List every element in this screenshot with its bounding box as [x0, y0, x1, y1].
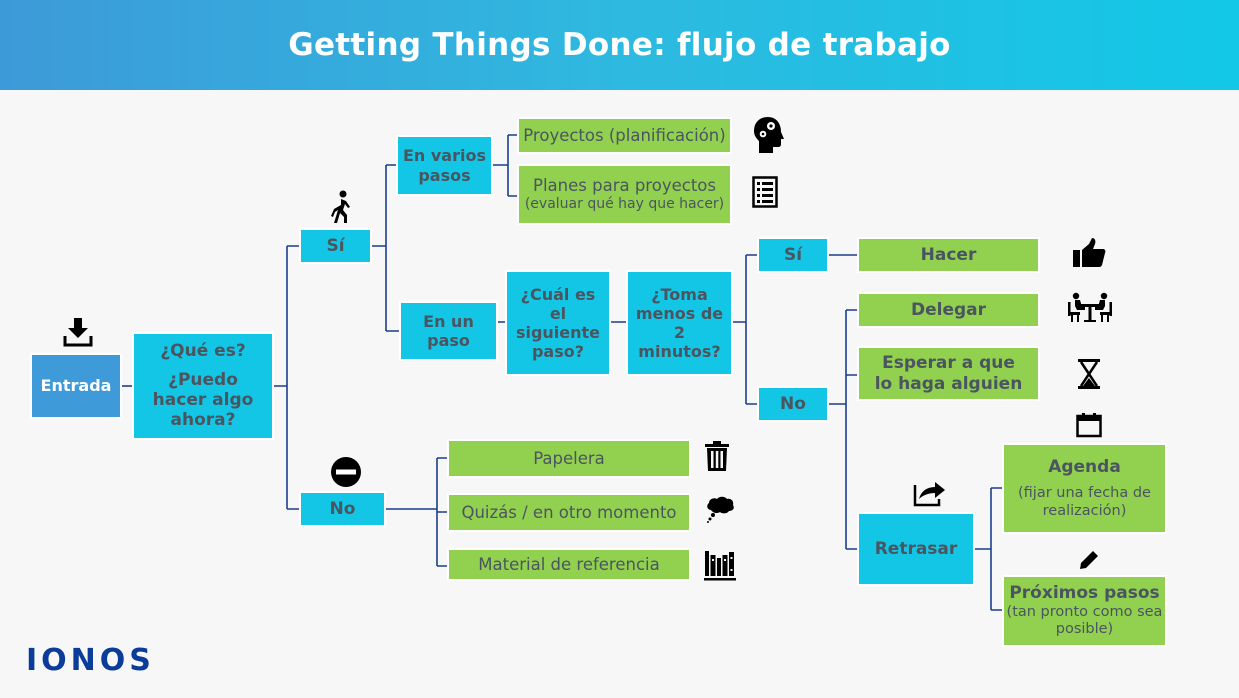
connector: [732, 254, 758, 405]
meeting-icon: [1067, 292, 1113, 328]
question-box: ¿Qué es? ¿Puedo hacer algo ahora?: [132, 332, 274, 440]
no2-box: No: [757, 386, 829, 422]
papelera-label: Papelera: [533, 448, 605, 468]
connector: [828, 309, 858, 550]
pencil-icon: [1079, 550, 1099, 574]
checklist-icon: [752, 176, 778, 212]
entrada-box: Entrada: [30, 353, 122, 419]
varios-pasos-label: En varios pasos: [402, 146, 486, 185]
head-gears-icon: [752, 116, 786, 158]
planes-label: Planes para proyectos: [533, 176, 716, 196]
connector: [273, 245, 300, 510]
no2-label: No: [780, 393, 806, 414]
calendar-icon: [1076, 412, 1102, 442]
no-box: No: [299, 491, 386, 527]
trash-icon: [704, 440, 730, 476]
puedo-hacer-label: ¿Puedo hacer algo ahora?: [152, 369, 254, 431]
planes-box: Planes para proyectos (evaluar qué hay q…: [517, 164, 732, 225]
hacer-box: Hacer: [857, 237, 1040, 273]
no-label: No: [329, 498, 356, 519]
si2-box: Sí: [757, 237, 829, 273]
proyectos-box: Proyectos (planificación): [517, 117, 732, 154]
si-label: Sí: [326, 235, 345, 256]
retrasar-label: Retrasar: [874, 538, 958, 559]
referencia-label: Material de referencia: [478, 554, 660, 574]
quizas-label: Quizás / en otro momento: [461, 502, 677, 522]
walking-person-icon: [330, 190, 354, 228]
un-paso-box: En un paso: [399, 301, 498, 361]
planes-sub-label: (evaluar qué hay que hacer): [524, 196, 725, 212]
quizas-box: Quizás / en otro momento: [447, 493, 691, 532]
si-box: Sí: [299, 228, 372, 264]
ionos-logo: IONOS: [26, 643, 155, 678]
thought-cloud-icon: [705, 496, 735, 528]
dos-minutos-box: ¿Toma menos de 2 minutos?: [626, 270, 733, 376]
que-es-label: ¿Qué es?: [160, 341, 246, 362]
si2-label: Sí: [783, 244, 803, 265]
agenda-box: Agenda (fijar una fecha de realización): [1002, 443, 1167, 534]
siguiente-paso-label: ¿Cuál es el siguiente paso?: [515, 284, 601, 362]
no-entry-icon: [330, 456, 362, 492]
agenda-sub-label: (fijar una fecha de realización): [1018, 485, 1151, 519]
hacer-label: Hacer: [920, 244, 977, 265]
retrasar-box: Retrasar: [857, 512, 975, 586]
hourglass-icon: [1077, 358, 1101, 394]
referencia-box: Material de referencia: [447, 548, 691, 581]
agenda-label: Agenda: [1048, 456, 1121, 477]
un-paso-label: En un paso: [423, 311, 474, 350]
varios-pasos-box: En varios pasos: [396, 135, 493, 196]
esperar-label: Esperar a que lo haga alguien: [874, 353, 1023, 394]
proximos-label: Próximos pasos: [1009, 583, 1160, 604]
proximos-box: Próximos pasos (tan pronto como sea posi…: [1002, 575, 1167, 647]
connector: [974, 487, 1003, 611]
proyectos-label: Proyectos (planificación): [523, 125, 726, 145]
dos-minutos-label: ¿Toma menos de 2 minutos?: [635, 284, 724, 362]
esperar-box: Esperar a que lo haga alguien: [857, 346, 1040, 401]
delegar-box: Delegar: [857, 292, 1040, 328]
siguiente-paso-box: ¿Cuál es el siguiente paso?: [505, 270, 611, 376]
proximos-sub-label: (tan pronto como sea posible): [1006, 603, 1163, 638]
delegar-label: Delegar: [910, 299, 987, 320]
entrada-label: Entrada: [40, 376, 112, 396]
download-icon: [63, 318, 93, 351]
books-icon: [704, 549, 736, 585]
connector: [492, 134, 518, 197]
connector: [385, 457, 449, 567]
share-icon: [913, 477, 947, 511]
thumbs-up-icon: [1072, 238, 1106, 272]
papelera-box: Papelera: [447, 439, 691, 478]
